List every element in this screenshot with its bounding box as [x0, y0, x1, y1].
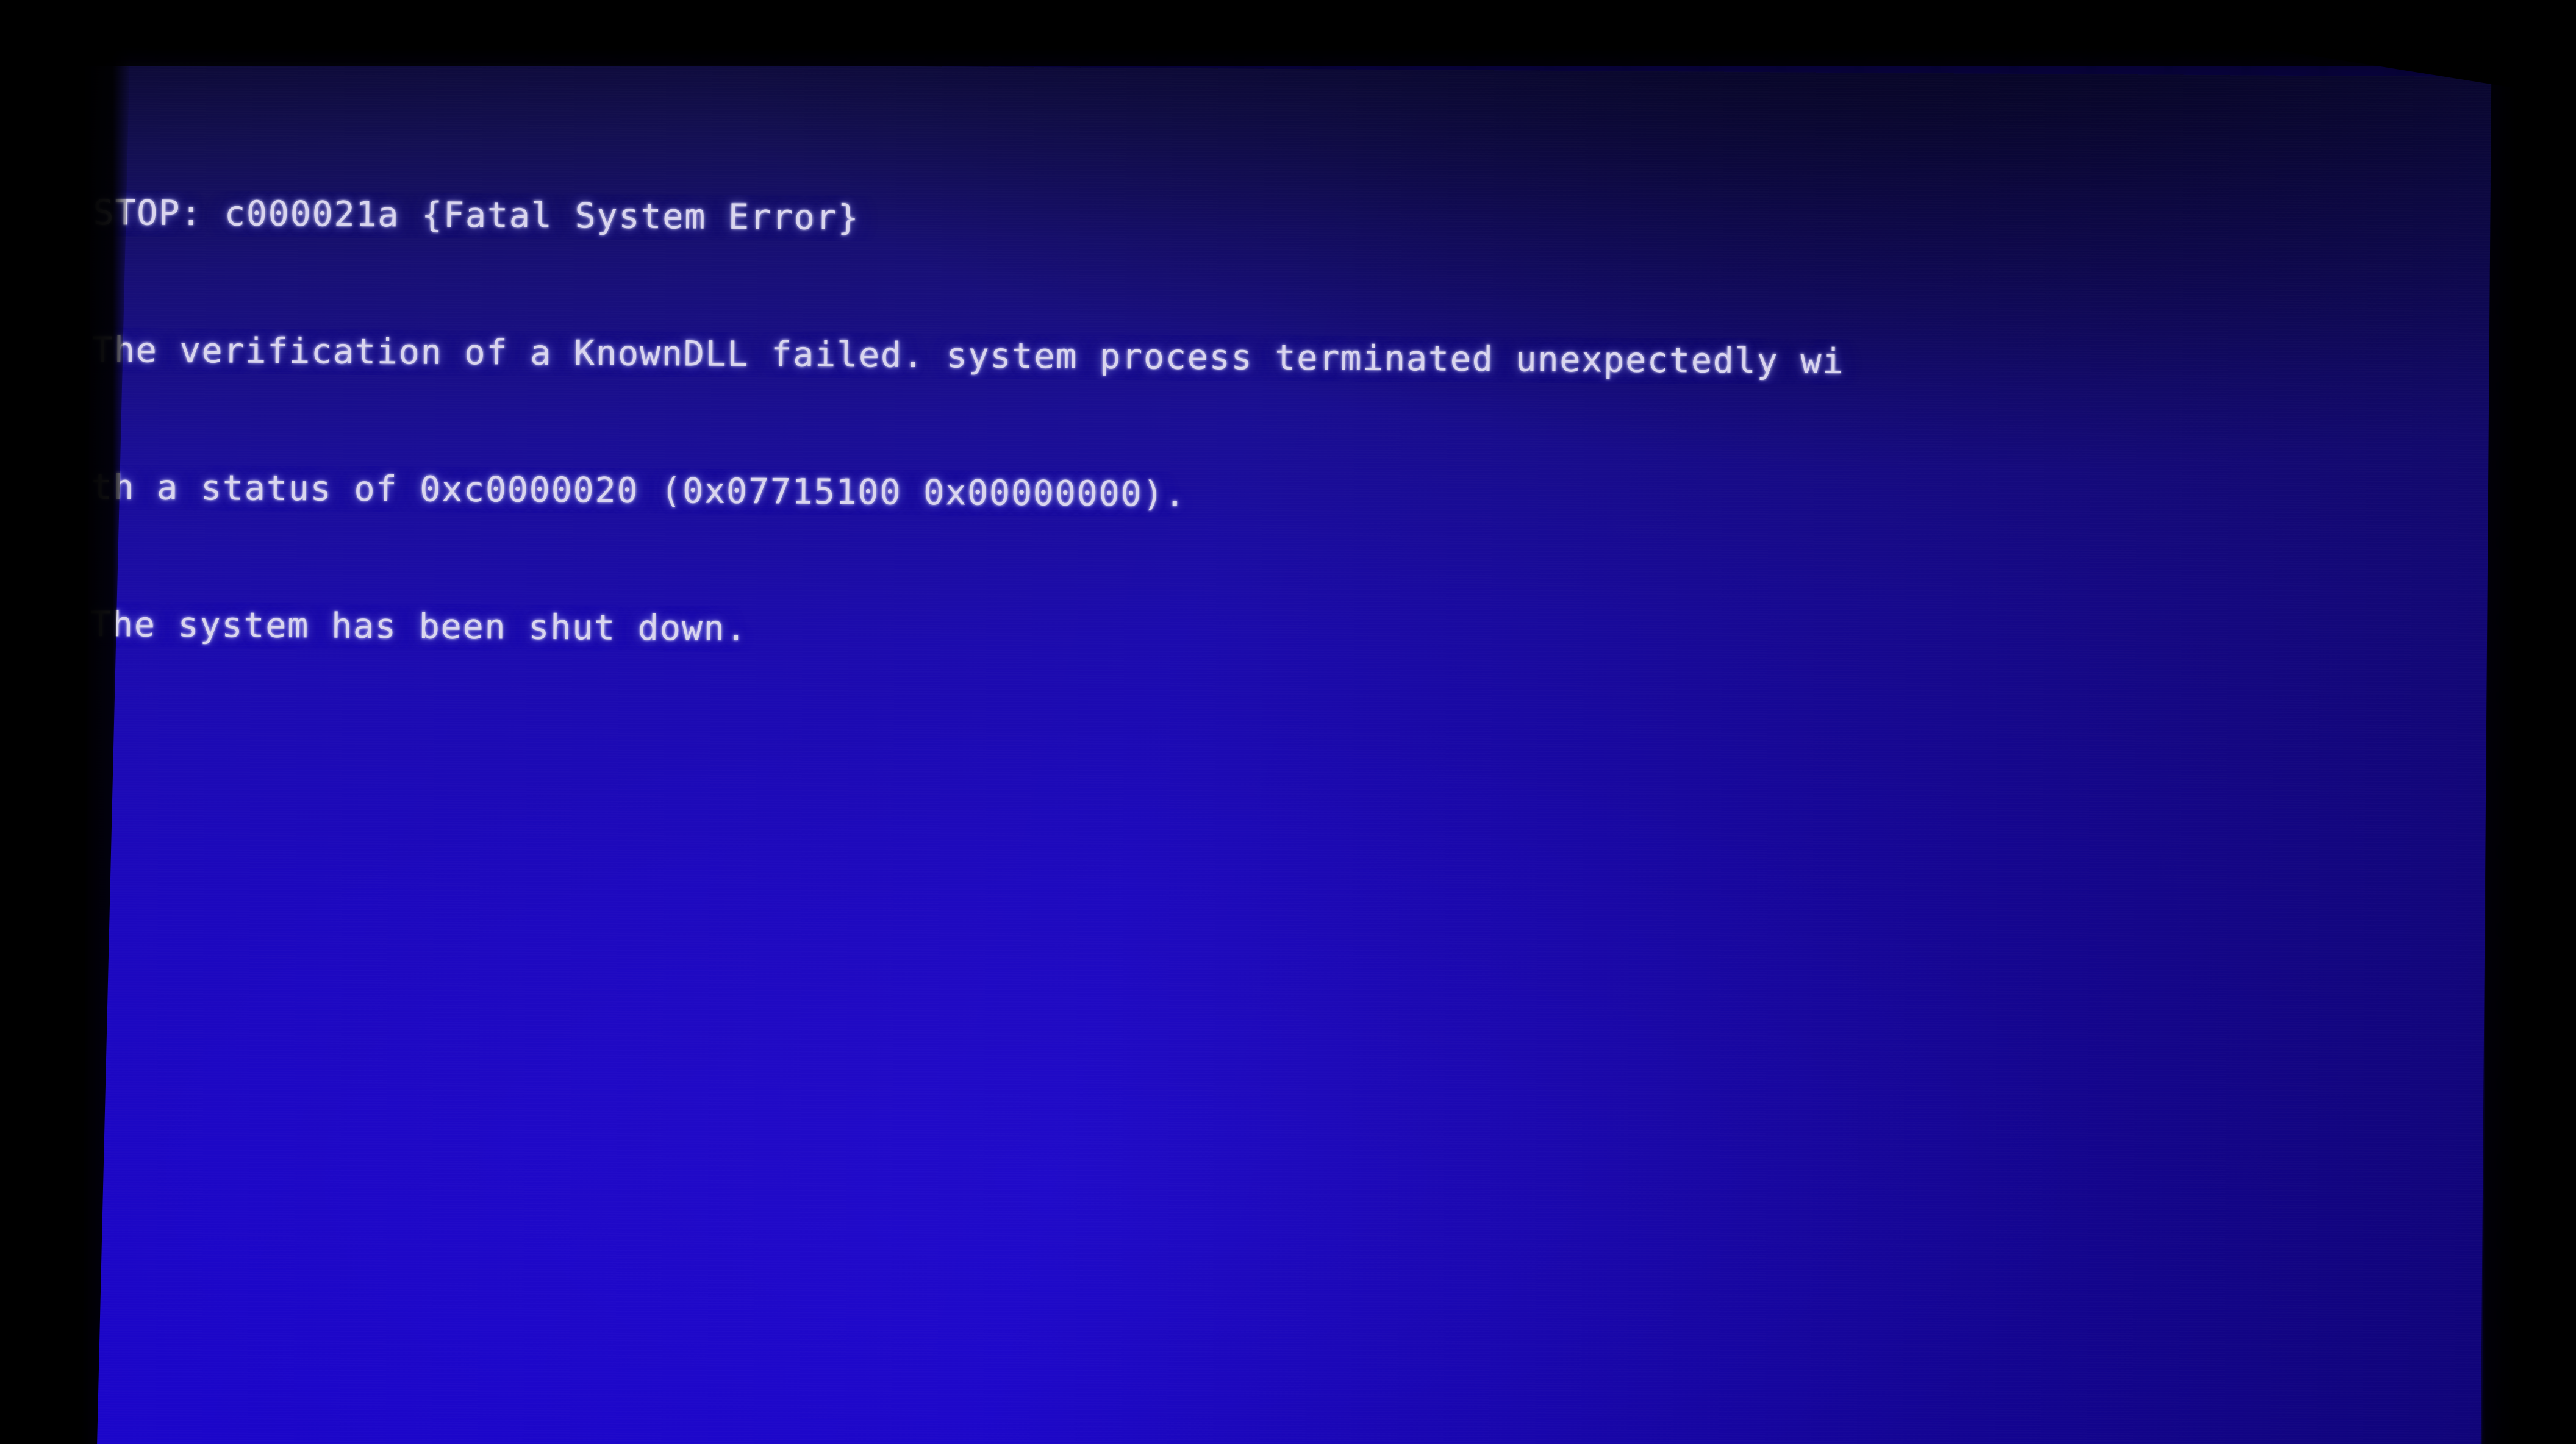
stop-error-line-2: The verification of a KnownDLL failed. s… [91, 330, 1845, 382]
bezel-top-edge [0, 0, 2576, 66]
stop-error-text-block: STOP: c000021a {Fatal System Error} The … [87, 99, 2491, 755]
stop-error-line-1: STOP: c000021a {Fatal System Error} [93, 193, 860, 238]
photographed-monitor-frame: STOP: c000021a {Fatal System Error} The … [0, 0, 2576, 1444]
stop-error-line-3: th a status of 0xc0000020 (0x07715100 0x… [91, 467, 1187, 515]
bsod-screen-panel: STOP: c000021a {Fatal System Error} The … [82, 61, 2491, 1444]
stop-error-line-4: The system has been shut down. [90, 604, 748, 649]
